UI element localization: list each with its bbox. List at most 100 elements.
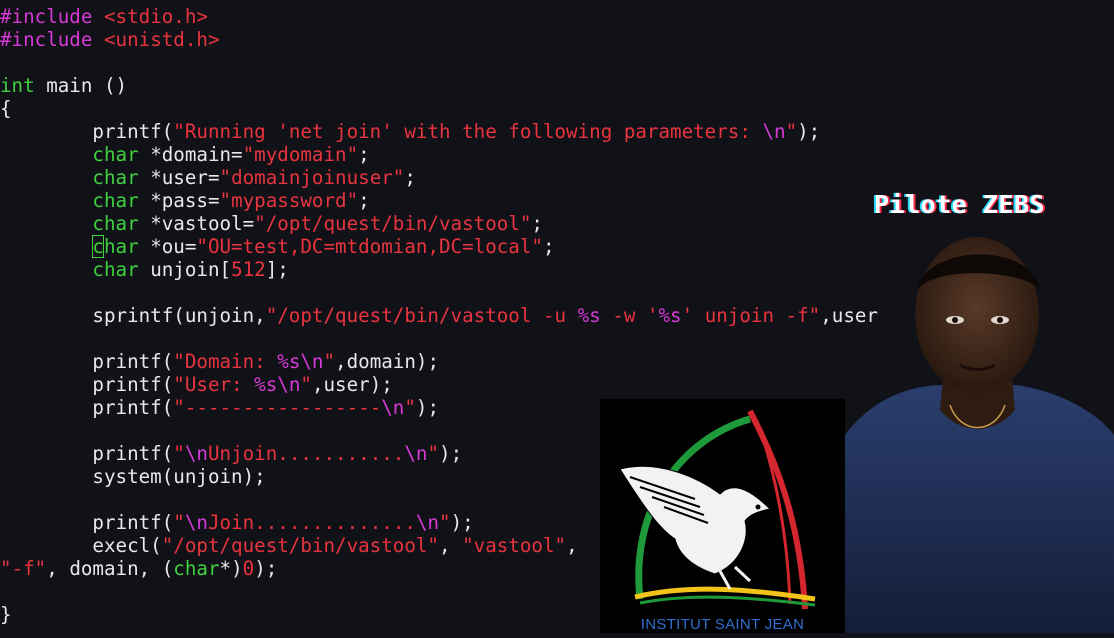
- punct: ;: [542, 235, 555, 258]
- string-quote: ": [173, 442, 185, 465]
- pilote-zebs-label: Pilote ZEBS: [874, 190, 1046, 219]
- string-quote: ": [323, 350, 336, 373]
- type-keyword: char: [173, 557, 220, 580]
- code-line-10: char *vastool="/opt/quest/bin/vastool";: [0, 212, 543, 235]
- printf-call: printf(: [92, 442, 174, 465]
- code-line-9: char *pass="mypassword";: [0, 189, 370, 212]
- string-literal: "domainjoinuser": [219, 166, 405, 189]
- code-line-21: system(unjoin);: [0, 465, 266, 488]
- args: ,user);: [311, 373, 393, 396]
- string-literal: "vastool": [462, 534, 567, 557]
- code-line-5: {: [0, 97, 12, 120]
- punct: *): [219, 557, 243, 580]
- preprocessor-keyword: #include: [0, 5, 93, 28]
- var-decl: *domain=: [138, 143, 243, 166]
- code-line-18: printf("-----------------\n");: [0, 396, 439, 419]
- code-line-12: char unjoin[512];: [0, 258, 289, 281]
- string-literal: "/opt/quest/bin/vastool": [254, 212, 532, 235]
- code-line-1: #include <stdio.h>: [0, 5, 208, 28]
- code-line-25: "-f", domain, (char*)0);: [0, 557, 277, 580]
- string-literal: "mydomain": [242, 143, 359, 166]
- string-quote: ": [404, 396, 416, 419]
- printf-call: printf(: [92, 396, 174, 419]
- var-decl: *pass=: [138, 189, 220, 212]
- text-cursor[interactable]: c: [92, 235, 104, 258]
- code-line-11: char *ou="OU=test,DC=mtdomian,DC=local";: [0, 235, 555, 258]
- number-literal: 512: [231, 258, 266, 281]
- format-spec: %s: [577, 304, 601, 327]
- punct: );: [415, 396, 440, 419]
- escape-seq: \n: [184, 442, 208, 465]
- string-literal: "User:: [173, 373, 255, 396]
- string-literal: Join..............: [207, 511, 416, 534]
- punct: ];: [265, 258, 289, 281]
- sprintf-call: sprintf(unjoin,: [92, 304, 266, 327]
- var-decl: unjoin[: [138, 258, 232, 281]
- string-literal: -w ': [600, 304, 659, 327]
- execl-call: execl(: [92, 534, 162, 557]
- punct: );: [254, 557, 278, 580]
- open-brace: {: [0, 97, 12, 120]
- type-keyword: int: [0, 74, 35, 97]
- code-line-4: int main (): [0, 74, 127, 97]
- string-literal: "/opt/quest/bin/vastool -u: [265, 304, 578, 327]
- close-brace: }: [0, 603, 12, 626]
- code-line-17: printf("User: %s\n",user);: [0, 373, 393, 396]
- string-quote: ": [785, 120, 798, 143]
- code-line-16: printf("Domain: %s\n",domain);: [0, 350, 439, 373]
- punct: ,: [438, 534, 463, 557]
- punct: ,: [566, 534, 578, 557]
- type-keyword: char: [92, 212, 139, 235]
- format-spec: %s: [658, 304, 682, 327]
- code-line-20: printf("\nUnjoin...........\n");: [0, 442, 462, 465]
- code-line-27: }: [0, 603, 12, 626]
- code-line-8: char *user="domainjoinuser";: [0, 166, 416, 189]
- person-photo: [845, 235, 1114, 633]
- escape-seq: \n: [184, 511, 208, 534]
- code-line-7: char *domain="mydomain";: [0, 143, 370, 166]
- string-literal: "-f": [0, 557, 47, 580]
- escape-seq: \n: [277, 373, 301, 396]
- format-spec: %s: [254, 373, 278, 396]
- main-signature: main (): [34, 74, 128, 97]
- eagle-emblem-icon: [619, 409, 816, 610]
- include-header: <stdio.h>: [103, 5, 208, 28]
- args: ,domain);: [335, 350, 440, 373]
- number-literal: 0: [242, 557, 255, 580]
- printf-call: printf(: [92, 511, 174, 534]
- string-literal: "Running 'net join' with the following p…: [173, 120, 763, 143]
- system-call: system(unjoin);: [92, 465, 266, 488]
- string-quote: ": [300, 373, 312, 396]
- type-keyword: har: [103, 235, 139, 258]
- preprocessor-keyword: #include: [0, 28, 93, 51]
- escape-seq: \n: [415, 511, 440, 534]
- type-keyword: char: [92, 189, 139, 212]
- escape-seq: \n: [300, 350, 324, 373]
- punct: ;: [358, 143, 370, 166]
- include-header: <unistd.h>: [103, 28, 220, 51]
- type-keyword: char: [92, 166, 139, 189]
- string-quote: ": [173, 511, 185, 534]
- string-quote: ": [427, 442, 440, 465]
- code-line-23: printf("\nJoin..............\n");: [0, 511, 474, 534]
- code-line-6: printf("Running 'net join' with the foll…: [0, 120, 820, 143]
- format-spec: %s: [277, 350, 301, 373]
- string-literal: ' unjoin -f": [681, 304, 821, 327]
- institut-saint-jean-logo: INSTITUT SAINT JEAN: [600, 399, 845, 633]
- punct: );: [797, 120, 821, 143]
- punct: ;: [358, 189, 370, 212]
- escape-seq: \n: [381, 396, 405, 419]
- punct: );: [450, 511, 474, 534]
- punct: );: [439, 442, 463, 465]
- printf-call: printf(: [92, 120, 174, 143]
- string-literal: Unjoin...........: [207, 442, 405, 465]
- code-line-14: sprintf(unjoin,"/opt/quest/bin/vastool -…: [0, 304, 878, 327]
- punct: ;: [531, 212, 543, 235]
- escape-seq: \n: [762, 120, 786, 143]
- logo-caption: INSTITUT SAINT JEAN: [640, 616, 805, 633]
- escape-seq: \n: [404, 442, 428, 465]
- type-keyword: char: [92, 143, 139, 166]
- code-line-2: #include <unistd.h>: [0, 28, 220, 51]
- string-quote: ": [439, 511, 451, 534]
- punct: ;: [404, 166, 416, 189]
